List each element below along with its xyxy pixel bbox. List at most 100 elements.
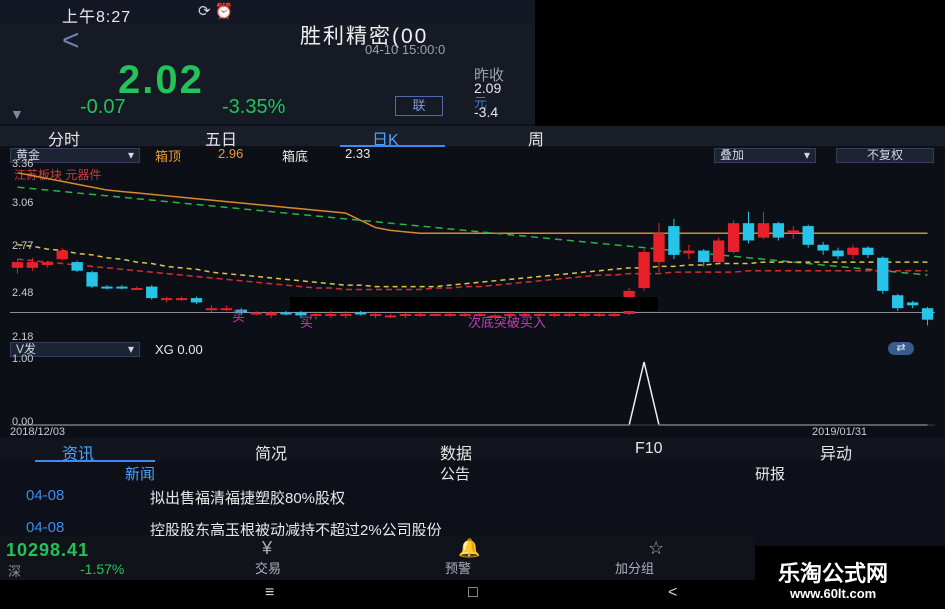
tab-abnormal[interactable]: 异动 — [820, 440, 852, 464]
last-price: 2.02 — [118, 58, 204, 102]
candle — [160, 298, 173, 301]
index-label: 深 — [8, 564, 22, 579]
info-nav — [0, 438, 945, 460]
date-end-label: 2019/01/31 — [812, 426, 868, 438]
price-change-pct: -3.35% — [222, 96, 286, 118]
trade-icon[interactable]: ¥ — [262, 538, 272, 559]
menu-icon[interactable]: ≡ — [265, 584, 274, 602]
date-start-label: 2018/12/03 — [10, 426, 66, 438]
candle — [11, 262, 24, 268]
candle — [713, 240, 725, 263]
candle — [847, 247, 859, 255]
candle — [802, 226, 814, 245]
candle — [340, 313, 352, 316]
candle — [563, 313, 576, 316]
price-change: -0.07 — [80, 96, 126, 118]
back-icon[interactable]: < — [62, 24, 80, 58]
candle — [175, 298, 188, 301]
candle — [638, 252, 650, 289]
tab-f10[interactable]: F10 — [635, 440, 663, 458]
subtab-research[interactable]: 研报 — [755, 463, 785, 484]
candle — [608, 313, 620, 316]
candle — [116, 286, 128, 289]
watermark-title: 乐淘公式网 — [778, 562, 889, 587]
candle — [593, 313, 605, 316]
buy-marker: 买 — [300, 315, 314, 330]
news-title[interactable]: 拟出售福清福捷塑胶80%股权 — [150, 487, 345, 508]
candle — [414, 313, 426, 316]
xg-value: XG 0.00 — [155, 342, 203, 357]
signal-line — [17, 361, 928, 426]
index-pct: -1.57% — [80, 561, 125, 577]
candle — [146, 286, 158, 299]
candle — [862, 247, 874, 255]
candle — [444, 313, 456, 316]
candle — [877, 257, 889, 291]
candle — [832, 250, 844, 257]
candle — [817, 244, 829, 251]
index-value[interactable]: 10298.41 — [6, 540, 89, 561]
tab-data[interactable]: 数据 — [440, 440, 472, 464]
extra-value: -3.4 — [474, 104, 499, 120]
vol-tick-label: 1.00 — [12, 353, 34, 365]
candle — [86, 272, 98, 287]
candle — [892, 295, 904, 309]
quote-time: 04-10 15:00:0 — [365, 42, 446, 57]
link-button[interactable]: 联 — [395, 96, 443, 116]
back-icon[interactable]: < — [668, 584, 677, 602]
tab-profile[interactable]: 简况 — [255, 440, 287, 464]
menu-icon[interactable]: ▼ — [10, 106, 24, 122]
candle — [384, 315, 397, 318]
candle — [578, 313, 591, 316]
candle — [683, 250, 695, 254]
black-overlay — [290, 297, 658, 311]
candle — [772, 223, 785, 238]
candle — [220, 308, 232, 311]
candle — [906, 302, 919, 306]
candle — [71, 262, 83, 271]
candle — [205, 308, 218, 311]
black-overlay — [535, 0, 945, 126]
buy-marker: 买 — [232, 309, 246, 324]
candle — [26, 262, 39, 268]
candle — [727, 223, 740, 252]
watermark-url: www.60lt.com — [790, 586, 877, 601]
candle — [787, 230, 799, 234]
candle — [280, 312, 292, 315]
candle — [369, 313, 382, 316]
candle — [742, 223, 755, 241]
candle — [548, 313, 561, 316]
rotate-icon[interactable]: ⇄ — [888, 342, 914, 355]
ma-line-yellow — [17, 244, 928, 288]
candle — [757, 223, 770, 238]
add-group-button[interactable]: 加分组 — [615, 558, 654, 577]
candle — [250, 312, 262, 315]
status-icons: ⟳ ⏰ — [198, 3, 234, 20]
trade-button[interactable]: 交易 — [255, 558, 281, 577]
candle — [429, 313, 441, 316]
candle — [668, 226, 680, 255]
bell-icon[interactable]: 🔔 — [458, 538, 480, 559]
candle — [41, 262, 53, 265]
candle — [131, 288, 143, 291]
candle — [653, 233, 665, 263]
candle — [190, 298, 203, 303]
news-date: 04-08 — [26, 487, 65, 504]
chevron-down-icon: ▾ — [127, 342, 134, 356]
candle — [354, 312, 367, 315]
period-tabs — [0, 126, 945, 146]
subtab-announcements[interactable]: 公告 — [440, 463, 470, 484]
star-icon[interactable]: ☆ — [648, 538, 664, 559]
ma-line-orange — [17, 172, 928, 235]
candlestick-chart[interactable] — [0, 147, 945, 437]
candle — [101, 286, 113, 289]
candle — [325, 313, 337, 316]
candle — [399, 313, 412, 316]
alert-button[interactable]: 预警 — [445, 558, 471, 577]
news-date: 04-08 — [26, 519, 65, 536]
subtab-news[interactable]: 新闻 — [125, 463, 155, 484]
breakout-buy-marker: 次底突破买入 — [468, 315, 547, 330]
candle — [265, 312, 277, 316]
candle — [698, 250, 710, 263]
home-icon[interactable]: □ — [468, 584, 478, 602]
